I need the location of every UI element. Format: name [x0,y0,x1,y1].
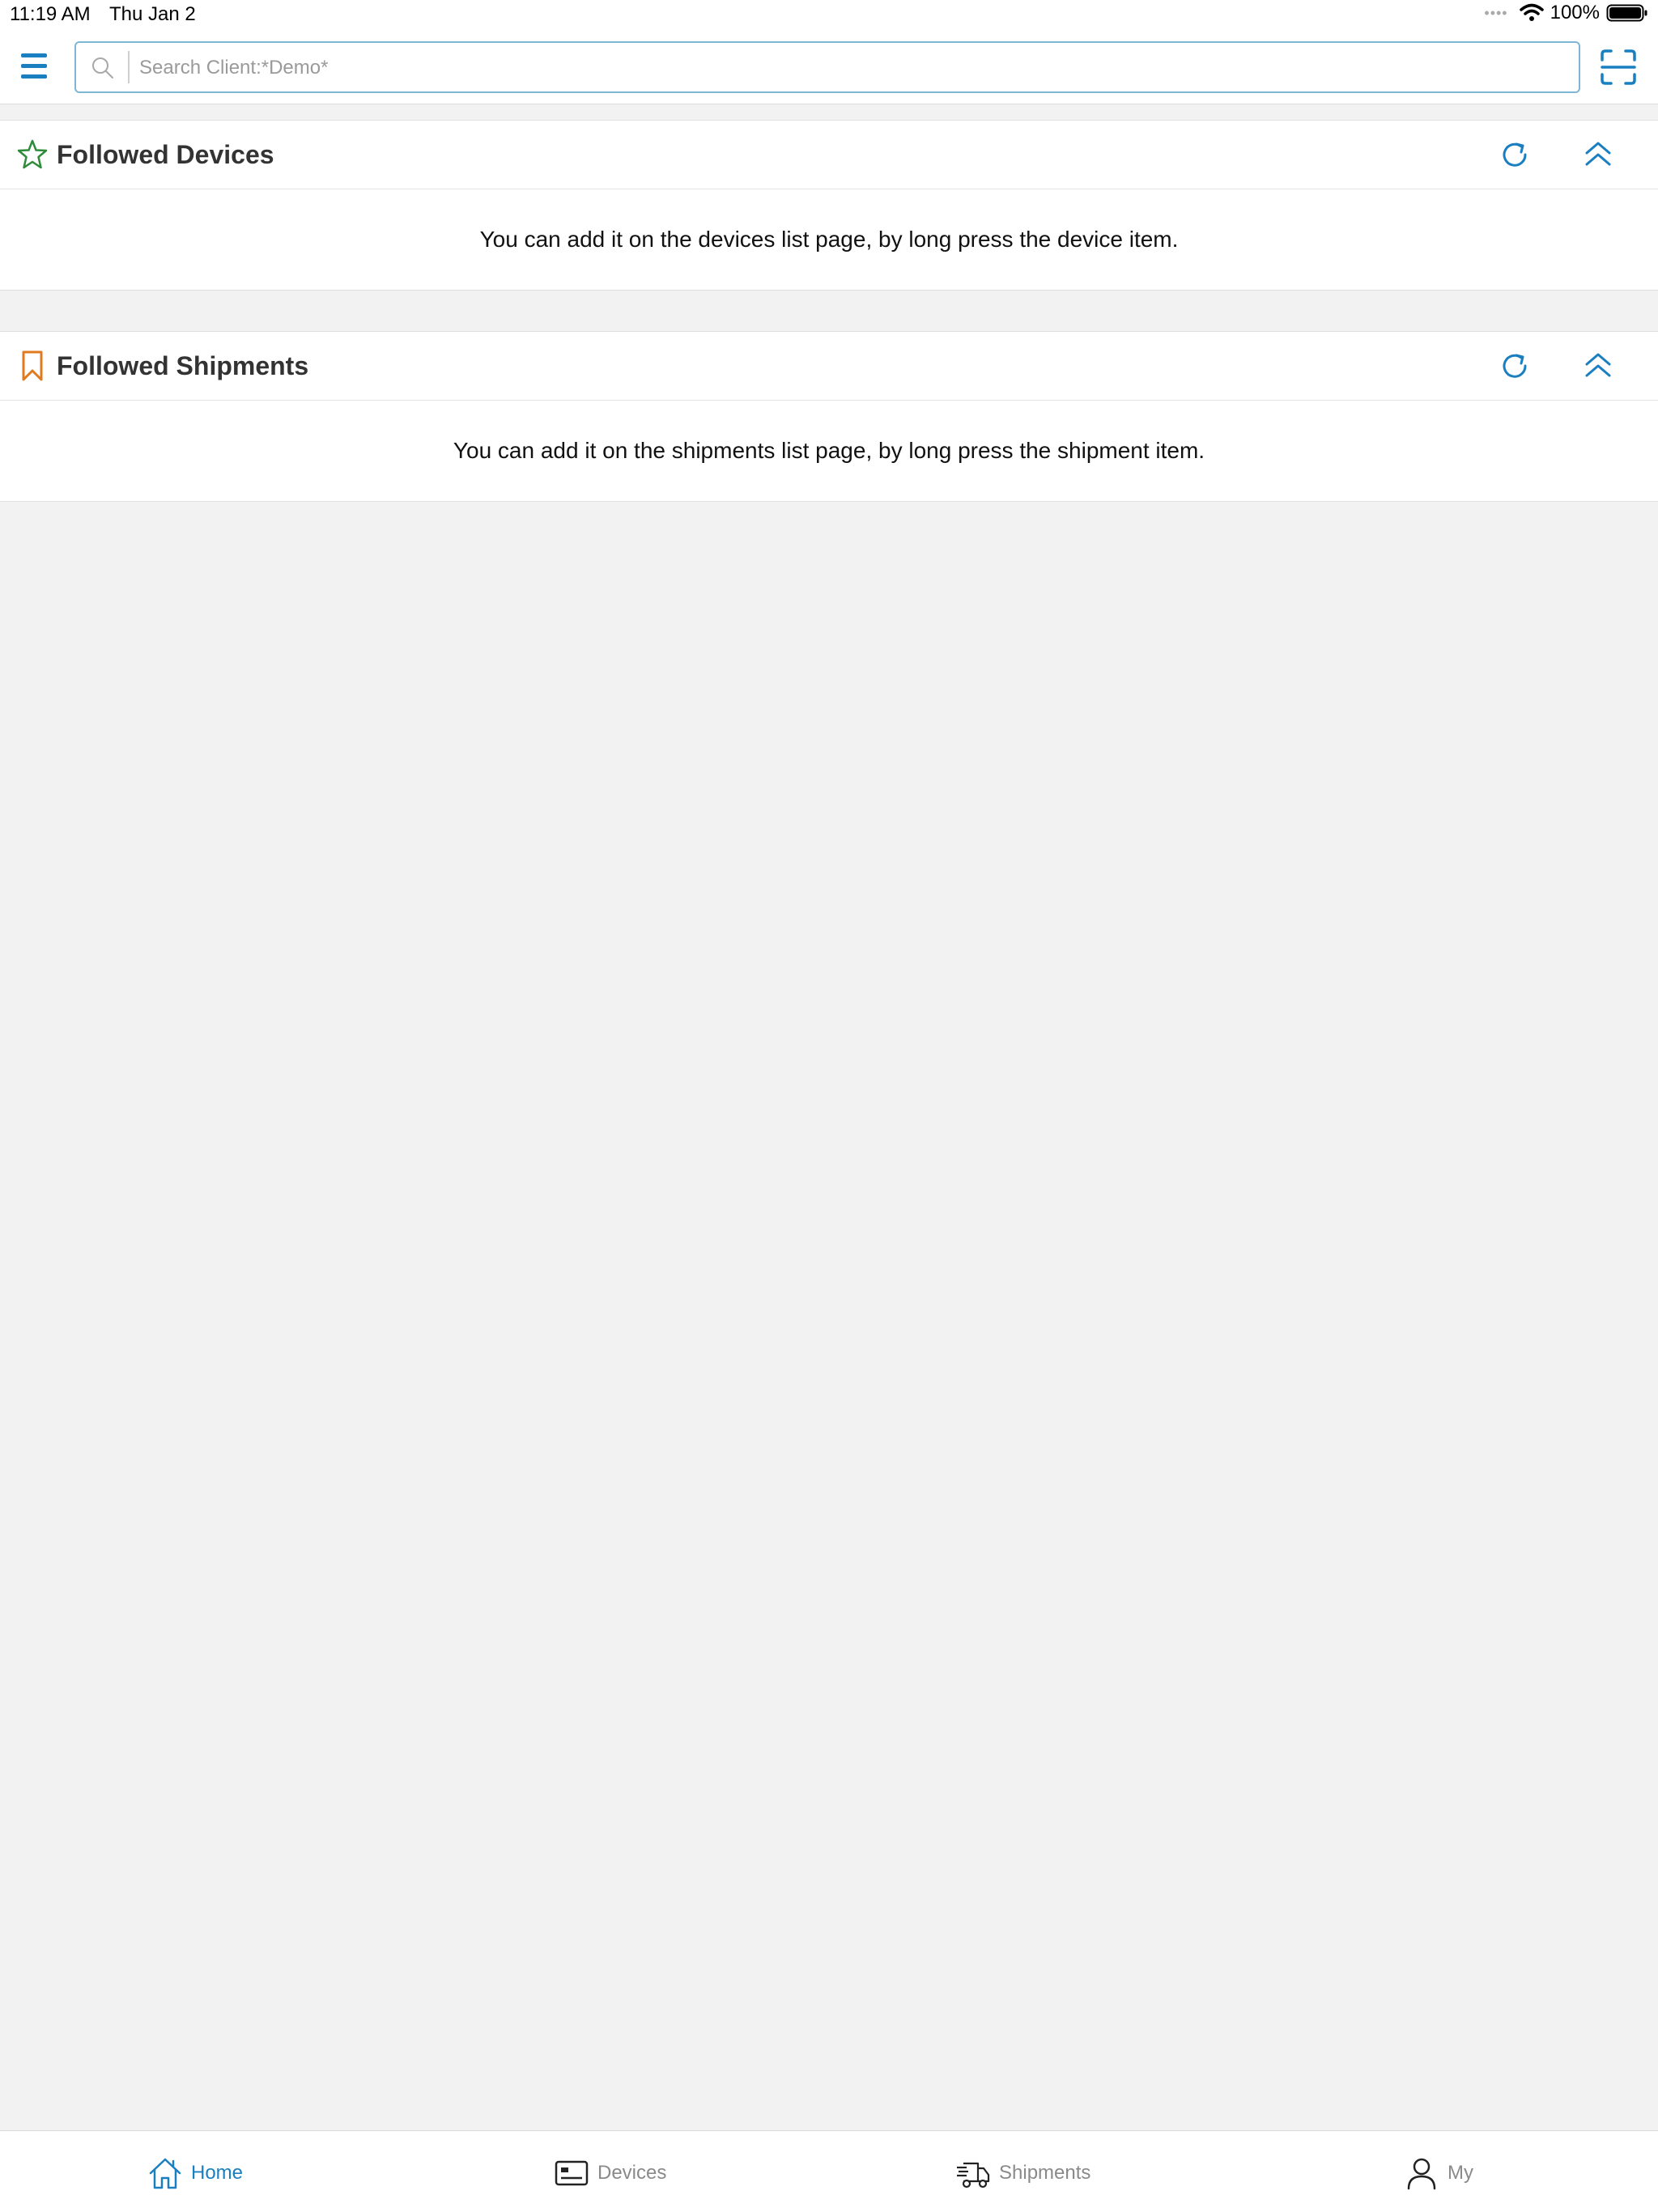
tab-devices[interactable]: Devices [554,2155,666,2191]
top-bar [0,32,1658,104]
tab-shipments[interactable]: Shipments [955,2155,1090,2191]
followed-shipments-header: Followed Shipments [0,332,1658,401]
person-icon [1407,2158,1436,2190]
tab-shipments-label: Shipments [999,2162,1091,2184]
followed-devices-title: Followed Devices [57,140,274,169]
scan-icon [1601,49,1636,85]
search-box [74,41,1580,93]
scan-button[interactable] [1600,49,1637,86]
status-bar: 11:19 AM Thu Jan 2 •••• 100% [0,0,1658,32]
followed-devices-empty-message: You can add it on the devices list page,… [479,227,1179,252]
devices-icon [555,2160,589,2186]
star-icon [17,139,48,169]
tab-devices-label: Devices [597,2162,667,2184]
followed-shipments-empty-message: You can add it on the shipments list pag… [453,438,1205,463]
hamburger-menu-icon [21,53,47,79]
search-divider [128,51,130,83]
collapse-icon[interactable] [1582,350,1614,382]
truck-icon [957,2162,990,2189]
tab-home-label: Home [191,2162,244,2184]
tab-home[interactable]: Home [147,2155,243,2191]
wifi-icon [1519,3,1544,21]
bookmark-icon [22,350,43,381]
followed-shipments-card: Followed Shipments You can add it on the… [0,331,1658,502]
followed-shipments-title: Followed Shipments [57,351,309,380]
refresh-icon[interactable] [1499,350,1531,382]
followed-devices-card: Followed Devices You can add it on the d… [0,120,1658,291]
status-time: 11:19 AM [10,3,91,25]
signal-dots-icon: •••• [1484,4,1508,21]
followed-devices-header: Followed Devices [0,121,1658,189]
bottom-tab-bar: Home Devices Shipments My [0,2130,1658,2212]
menu-button[interactable] [18,52,58,84]
battery-percent: 100% [1550,2,1600,23]
status-indicators: •••• 100% [1484,2,1648,24]
tab-my-label: My [1448,2162,1473,2184]
search-input[interactable] [138,48,1566,88]
home-icon [149,2158,181,2189]
collapse-icon[interactable] [1582,138,1614,171]
search-icon [92,57,113,79]
battery-icon [1606,4,1647,22]
tab-my[interactable]: My [1404,2155,1473,2191]
refresh-icon[interactable] [1499,138,1531,171]
status-date: Thu Jan 2 [109,3,196,25]
